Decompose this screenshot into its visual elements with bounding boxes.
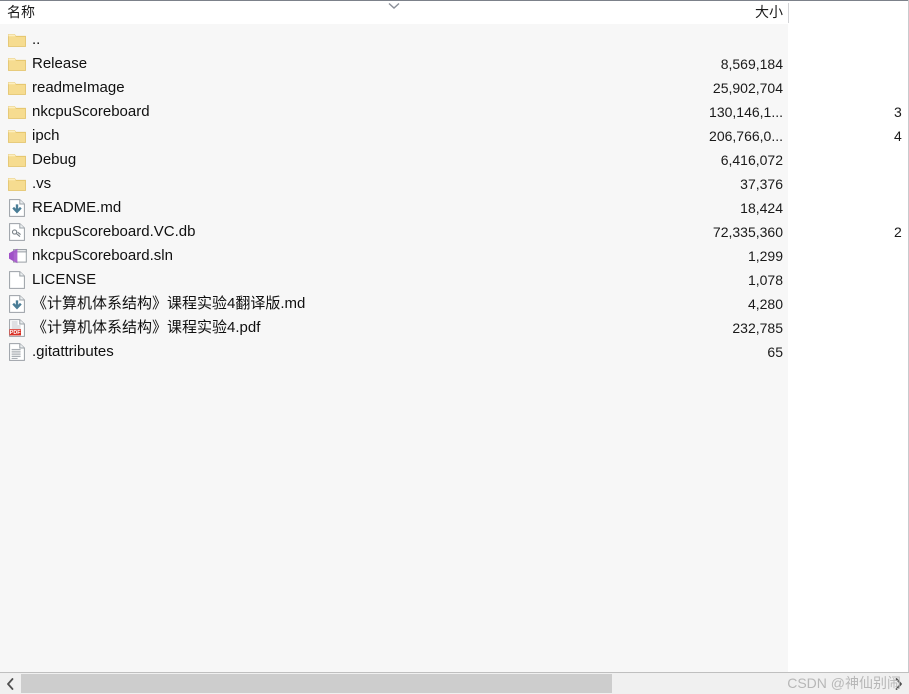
file-name-label: .. bbox=[32, 31, 41, 48]
table-row[interactable]: .vs 37,376 bbox=[0, 172, 909, 196]
markdown-icon bbox=[7, 294, 27, 314]
table-row[interactable]: .gitattributes 65 bbox=[0, 340, 909, 364]
file-name-label: Release bbox=[32, 55, 88, 72]
file-name-label: 《计算机体系结构》课程实验4翻译版.md bbox=[32, 295, 306, 312]
csdn-watermark: CSDN @神仙别闹 bbox=[787, 675, 901, 691]
file-size-cell: 1,078 bbox=[747, 272, 783, 288]
blank-file-icon bbox=[7, 270, 27, 290]
table-row[interactable]: PDF 《计算机体系结构》课程实验4.pdf 232,785 bbox=[0, 316, 909, 340]
column-header-bar: 名称 大小 bbox=[0, 0, 909, 24]
solution-icon bbox=[7, 246, 27, 266]
folder-icon bbox=[7, 126, 27, 146]
clipped-column-cell bbox=[894, 148, 908, 172]
file-size-cell bbox=[620, 28, 783, 52]
file-name-label: 《计算机体系结构》课程实验4.pdf bbox=[32, 319, 261, 336]
folder-icon bbox=[7, 54, 27, 74]
file-browser-pane: 名称 大小 .. Release 8,569,184 readmeImage 25,90… bbox=[0, 0, 909, 694]
file-name-label: ipch bbox=[32, 127, 60, 144]
file-name-label: Debug bbox=[32, 151, 77, 168]
file-name-label: README.md bbox=[32, 199, 122, 216]
file-name-label: .gitattributes bbox=[32, 343, 114, 360]
chevron-down-icon[interactable] bbox=[388, 2, 400, 10]
table-row[interactable]: Debug 6,416,072 bbox=[0, 148, 909, 172]
file-size-cell: 65 bbox=[767, 344, 783, 360]
file-name-label: nkcpuScoreboard.VC.db bbox=[32, 223, 196, 240]
file-size-cell: 37,376 bbox=[740, 176, 783, 192]
table-row[interactable]: Release 8,569,184 bbox=[0, 52, 909, 76]
file-size-cell: 6,416,072 bbox=[720, 152, 783, 168]
horizontal-scrollbar[interactable] bbox=[0, 672, 909, 694]
file-size-cell: 4,280 bbox=[747, 296, 783, 312]
file-name-label: nkcpuScoreboard.sln bbox=[32, 247, 173, 264]
file-name-label: .vs bbox=[32, 175, 52, 192]
file-size-cell: 8,569,184 bbox=[720, 56, 783, 72]
svg-text:PDF: PDF bbox=[10, 330, 21, 336]
scrollbar-thumb[interactable] bbox=[21, 674, 612, 693]
clipped-column-cell: 3 bbox=[894, 104, 902, 120]
table-row[interactable]: nkcpuScoreboard.VC.db 72,335,360 2 bbox=[0, 220, 909, 244]
table-row[interactable]: LICENSE 1,078 bbox=[0, 268, 909, 292]
clipped-column-cell bbox=[894, 268, 908, 292]
folder-icon bbox=[7, 150, 27, 170]
clipped-column-cell bbox=[894, 196, 908, 220]
table-row[interactable]: README.md 18,424 bbox=[0, 196, 909, 220]
file-name-label: nkcpuScoreboard bbox=[32, 103, 150, 120]
file-size-cell: 25,902,704 bbox=[712, 80, 783, 96]
folder-icon bbox=[7, 78, 27, 98]
file-size-cell: 130,146,1... bbox=[709, 104, 783, 120]
file-list: .. Release 8,569,184 readmeImage 25,902,704 n… bbox=[0, 28, 909, 364]
column-divider[interactable] bbox=[788, 3, 789, 23]
column-header-size[interactable]: 大小 bbox=[620, 1, 783, 24]
file-size-cell: 18,424 bbox=[740, 200, 783, 216]
clipped-column-cell bbox=[894, 172, 908, 196]
file-name-label: LICENSE bbox=[32, 271, 97, 288]
file-name-label: readmeImage bbox=[32, 79, 125, 96]
clipped-column-cell bbox=[894, 76, 908, 100]
clipped-column-cell bbox=[894, 28, 908, 52]
clipped-column-cell bbox=[894, 244, 908, 268]
table-row[interactable]: nkcpuScoreboard.sln 1,299 bbox=[0, 244, 909, 268]
table-row[interactable]: ipch 206,766,0... 4 bbox=[0, 124, 909, 148]
clipped-column-cell bbox=[894, 292, 908, 316]
clipped-column-cell bbox=[894, 340, 908, 364]
file-size-cell: 1,299 bbox=[747, 248, 783, 264]
table-row[interactable]: .. bbox=[0, 28, 909, 52]
folder-icon bbox=[7, 30, 27, 50]
table-row[interactable]: 《计算机体系结构》课程实验4翻译版.md 4,280 bbox=[0, 292, 909, 316]
clipped-column-cell bbox=[894, 316, 908, 340]
pdf-icon: PDF bbox=[7, 318, 27, 338]
clipped-column-cell bbox=[894, 52, 908, 76]
text-file-icon bbox=[7, 342, 27, 362]
table-row[interactable]: readmeImage 25,902,704 bbox=[0, 76, 909, 100]
file-size-cell: 232,785 bbox=[732, 320, 783, 336]
column-header-name[interactable]: 名称 bbox=[7, 1, 307, 24]
clipped-column-cell: 2 bbox=[894, 224, 902, 240]
table-row[interactable]: nkcpuScoreboard 130,146,1... 3 bbox=[0, 100, 909, 124]
clipped-column-cell: 4 bbox=[894, 128, 902, 144]
chevron-left-icon[interactable] bbox=[0, 673, 20, 694]
file-size-cell: 72,335,360 bbox=[712, 224, 783, 240]
database-icon bbox=[7, 222, 27, 242]
file-size-cell: 206,766,0... bbox=[709, 128, 783, 144]
markdown-icon bbox=[7, 198, 27, 218]
folder-icon bbox=[7, 102, 27, 122]
folder-icon bbox=[7, 174, 27, 194]
